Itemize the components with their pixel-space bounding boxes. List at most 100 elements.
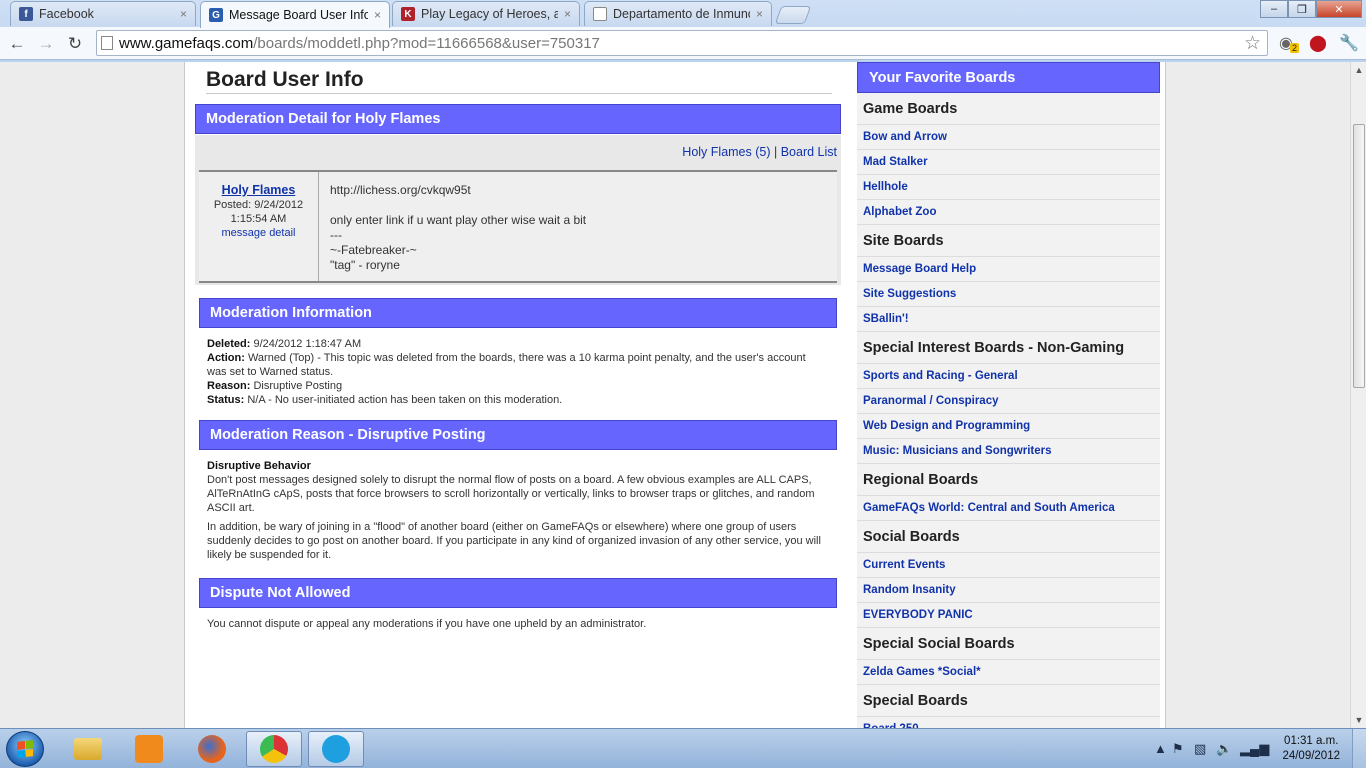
favorite-board-link[interactable]: Message Board Help — [857, 257, 1160, 282]
back-button[interactable]: ← — [5, 33, 29, 55]
page-column: Board User Info Moderation Detail for Ho… — [184, 62, 1166, 728]
posted-date: Posted: 9/24/2012 — [213, 199, 304, 211]
close-window-button[interactable]: ✕ — [1316, 0, 1362, 18]
favorite-board-link[interactable]: Site Suggestions — [857, 282, 1160, 307]
scroll-up-arrow-icon[interactable]: ▲ — [1351, 62, 1366, 78]
board-list-link[interactable]: Board List — [781, 145, 837, 159]
post-body: http://lichess.org/cvkqw95t only enter l… — [330, 183, 586, 273]
message-detail-link[interactable]: message detail — [222, 227, 296, 239]
clock-time: 01:31 a.m. — [1284, 735, 1339, 747]
favorite-board-link[interactable]: Paranormal / Conspiracy — [857, 389, 1160, 414]
forward-button[interactable]: → — [34, 33, 58, 55]
taskbar-media-player[interactable] — [121, 731, 177, 767]
board-category-heading: Special Social Boards — [857, 628, 1160, 660]
favorite-board-link[interactable]: GameFAQs World: Central and South Americ… — [857, 496, 1160, 521]
moderation-information-header: Moderation Information — [199, 298, 837, 328]
dispute-text: You cannot dispute or appeal any moderat… — [207, 618, 647, 630]
favorite-board-link[interactable]: Sports and Racing - General — [857, 364, 1160, 389]
clock[interactable]: 01:31 a.m. 24/09/2012 — [1282, 734, 1340, 764]
address-bar[interactable]: www.gamefaqs.com/boards/moddetl.php?mod=… — [96, 30, 1268, 56]
favorite-board-link[interactable]: Random Insanity — [857, 578, 1160, 603]
favorite-board-link[interactable]: Board 250 — [857, 717, 1160, 728]
status-value: N/A - No user-initiated action has been … — [244, 394, 563, 406]
taskbar-firefox[interactable] — [184, 731, 240, 767]
action-value: Warned (Top) - This topic was deleted fr… — [207, 352, 806, 378]
new-tab-button[interactable] — [774, 6, 812, 24]
tab-strip: f Facebook × G Message Board User Info -… — [0, 0, 1366, 28]
post-line — [330, 198, 586, 213]
maximize-button[interactable]: ❐ — [1288, 0, 1316, 18]
post-line: "tag" - roryne — [330, 258, 400, 272]
favorite-board-link[interactable]: Zelda Games *Social* — [857, 660, 1160, 685]
board-category-heading: Regional Boards — [857, 464, 1160, 496]
favorite-board-link[interactable]: EVERYBODY PANIC — [857, 603, 1160, 628]
reason-paragraph: Don't post messages designed solely to d… — [207, 474, 815, 514]
reload-button[interactable]: ↻ — [63, 33, 87, 55]
network-icon[interactable]: ▂▄▆ — [1240, 741, 1269, 757]
windows-logo-icon — [17, 740, 33, 758]
detail-links: Holy Flames (5) | Board List — [682, 145, 837, 159]
board-category-heading: Social Boards — [857, 521, 1160, 553]
post-table: Holy Flames Posted: 9/24/2012 1:15:54 AM… — [199, 170, 837, 283]
tab-title: Facebook — [39, 7, 94, 21]
deleted-value: 9/24/2012 1:18:47 AM — [250, 338, 362, 350]
tab-departamento[interactable]: Departamento de Inmunol × — [584, 1, 772, 26]
folder-icon — [74, 738, 102, 760]
tab-title: Departamento de Inmunol — [613, 7, 750, 21]
author-link[interactable]: Holy Flames — [199, 183, 318, 197]
user-boards-link[interactable]: Holy Flames (5) — [682, 145, 770, 159]
wrench-menu-icon[interactable]: 🔧 — [1338, 32, 1360, 54]
adblock-stop-icon[interactable]: ⬤ — [1307, 32, 1329, 54]
tab-board-user-info[interactable]: G Message Board User Info - × — [200, 1, 390, 28]
bookmark-star-icon[interactable]: ☆ — [1244, 32, 1261, 55]
action-center-flag-icon[interactable]: ⚑ — [1172, 741, 1184, 757]
vertical-scrollbar[interactable]: ▲ ▼ — [1350, 62, 1366, 728]
favorite-board-link[interactable]: Web Design and Programming — [857, 414, 1160, 439]
favorite-board-link[interactable]: Hellhole — [857, 175, 1160, 200]
deleted-label: Deleted: — [207, 338, 251, 350]
device-icon[interactable]: ▧ — [1194, 741, 1206, 757]
show-desktop-button[interactable] — [1352, 729, 1366, 768]
tab-legacy-of-heroes[interactable]: K Play Legacy of Heroes, a fr × — [392, 1, 580, 26]
scroll-down-arrow-icon[interactable]: ▼ — [1351, 712, 1366, 728]
media-player-icon — [135, 735, 163, 763]
moderation-detail-box: Holy Flames (5) | Board List Holy Flames… — [195, 135, 841, 285]
tab-close-icon[interactable]: × — [756, 7, 763, 21]
volume-icon[interactable]: 🔈 — [1216, 741, 1232, 757]
gamefaqs-favicon-icon: G — [209, 8, 223, 22]
url-path: /boards/moddetl.php?mod=11666568&user=75… — [253, 34, 600, 52]
minimize-button[interactable]: – — [1260, 0, 1288, 18]
link-separator: | — [770, 145, 781, 159]
title-divider — [206, 93, 832, 94]
favorite-board-link[interactable]: Mad Stalker — [857, 150, 1160, 175]
post-line: http://lichess.org/cvkqw95t — [330, 183, 471, 197]
board-category-heading: Special Boards — [857, 685, 1160, 717]
board-category-heading: Special Interest Boards - Non-Gaming — [857, 332, 1160, 364]
tab-close-icon[interactable]: × — [180, 7, 187, 21]
clock-date: 24/09/2012 — [1282, 750, 1340, 762]
post-author-cell: Holy Flames Posted: 9/24/2012 1:15:54 AM… — [199, 172, 319, 281]
favorite-board-link[interactable]: Alphabet Zoo — [857, 200, 1160, 225]
moderation-information-body: Deleted: 9/24/2012 1:18:47 AM Action: Wa… — [207, 337, 827, 407]
reason-paragraph: In addition, be wary of joining in a "fl… — [207, 521, 821, 561]
moderation-reason-header: Moderation Reason - Disruptive Posting — [199, 420, 837, 450]
tab-title: Message Board User Info - — [229, 8, 368, 22]
favorite-board-link[interactable]: Bow and Arrow — [857, 125, 1160, 150]
board-category-heading: Game Boards — [857, 93, 1160, 125]
status-label: Status: — [207, 394, 245, 406]
taskbar-chrome[interactable] — [246, 731, 302, 767]
tab-close-icon[interactable]: × — [564, 7, 571, 21]
show-hidden-icons-icon[interactable]: ▲ — [1154, 741, 1167, 756]
url-domain: www.gamefaqs.com — [119, 34, 254, 52]
taskbar-explorer[interactable] — [60, 731, 116, 767]
tab-facebook[interactable]: f Facebook × — [10, 1, 196, 26]
tab-close-icon[interactable]: × — [374, 8, 381, 22]
favorite-board-link[interactable]: SBallin'! — [857, 307, 1160, 332]
favorite-board-link[interactable]: Music: Musicians and Songwriters — [857, 439, 1160, 464]
scroll-thumb[interactable] — [1353, 124, 1365, 388]
post-line: --- — [330, 228, 342, 242]
start-button[interactable] — [6, 731, 44, 767]
reason-value: Disruptive Posting — [250, 380, 343, 392]
favorite-board-link[interactable]: Current Events — [857, 553, 1160, 578]
taskbar-skype[interactable] — [308, 731, 364, 767]
